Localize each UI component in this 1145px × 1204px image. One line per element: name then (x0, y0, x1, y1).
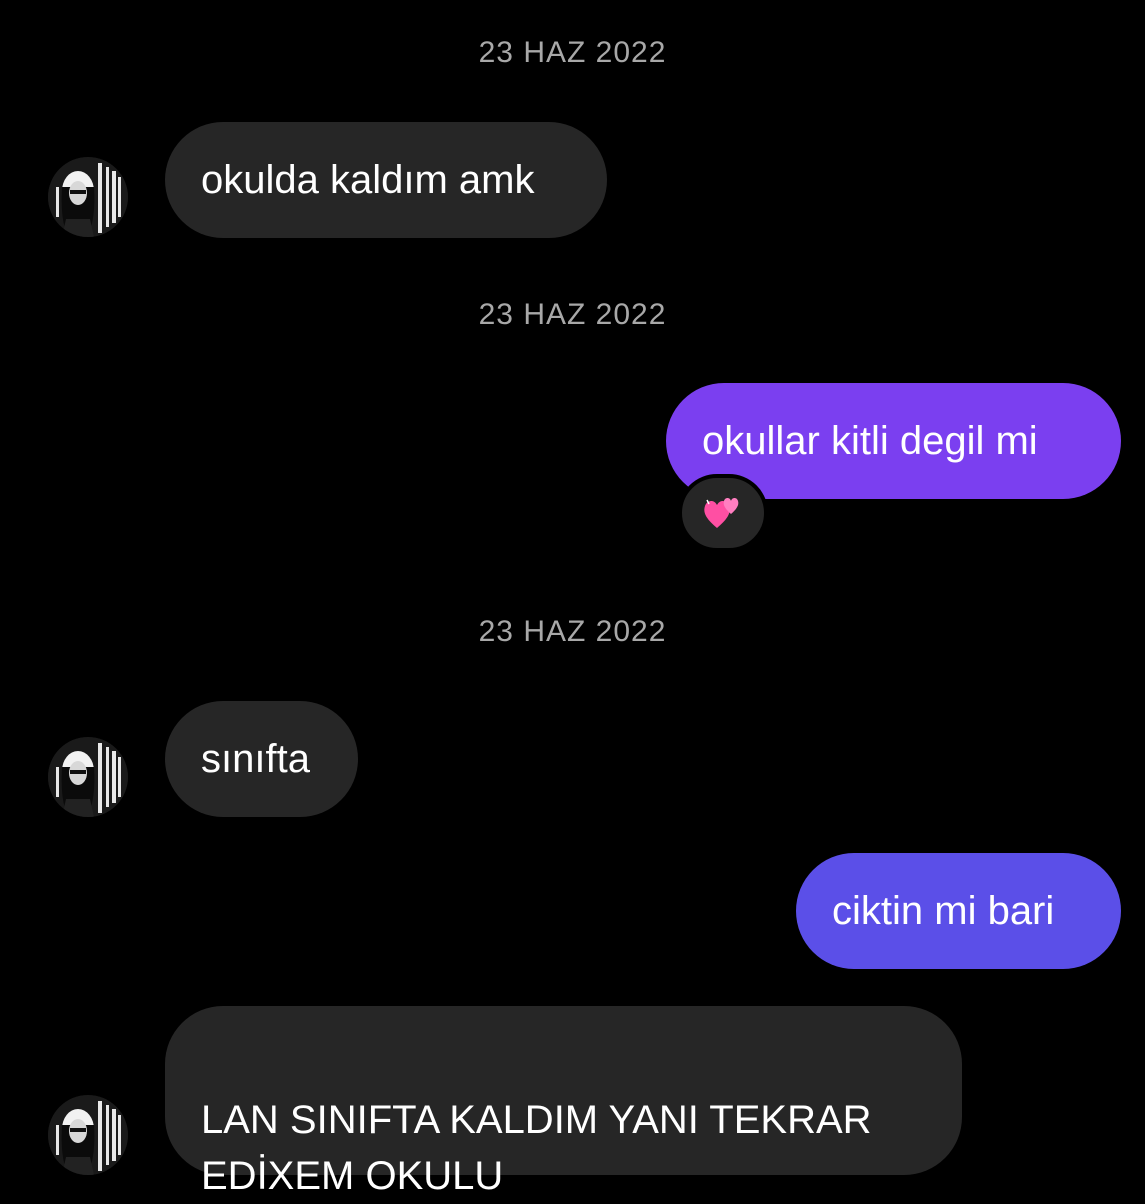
contact-avatar-icon[interactable] (48, 157, 128, 237)
message-text: okullar kitli degil mi (702, 419, 1038, 463)
message-thread: 23 HAZ 2022 okulda kaldım amk 23 HAZ 202… (0, 0, 1145, 1200)
message-text: LAN SINIFTA KALDIM YANI TEKRAR EDİXEM OK… (201, 1098, 872, 1198)
two-hearts-emoji-icon (704, 498, 739, 528)
date-separator: 23 HAZ 2022 (478, 615, 667, 648)
incoming-message-bubble[interactable]: okulda kaldım amk (165, 122, 607, 238)
message-reaction[interactable] (678, 474, 768, 552)
message-text: okulda kaldım amk (201, 158, 535, 202)
message-text: sınıfta (201, 737, 310, 781)
date-separator: 23 HAZ 2022 (478, 298, 667, 331)
incoming-message-bubble[interactable]: LAN SINIFTA KALDIM YANI TEKRAR EDİXEM OK… (165, 1006, 962, 1198)
outgoing-message-bubble[interactable]: ciktin mi bari (796, 853, 1121, 969)
incoming-message-bubble[interactable]: sınıfta (165, 701, 358, 817)
contact-avatar-icon[interactable] (48, 1095, 128, 1175)
contact-avatar-icon[interactable] (48, 737, 128, 817)
date-separator: 23 HAZ 2022 (478, 36, 667, 69)
message-text: ciktin mi bari (832, 889, 1055, 933)
